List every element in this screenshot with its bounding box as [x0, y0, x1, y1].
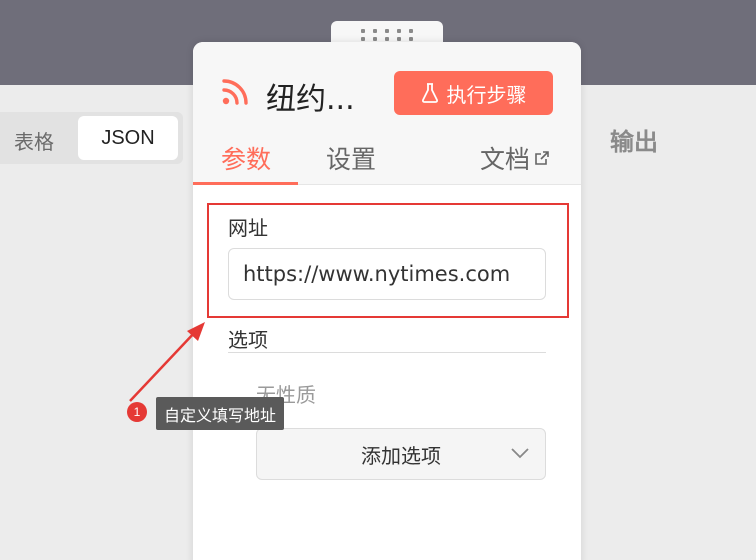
- tab-params[interactable]: 参数: [221, 140, 271, 176]
- drag-grip-icon: [361, 29, 413, 41]
- node-settings-panel: 纽约... 执行步骤 参数 设置 文档 网址 https://www.nytim…: [193, 42, 581, 560]
- toggle-table-tab[interactable]: 表格: [14, 126, 54, 155]
- flask-icon: [421, 83, 438, 103]
- rss-icon: [222, 79, 248, 105]
- options-label: 选项: [228, 328, 268, 352]
- execute-step-button[interactable]: 执行步骤: [394, 71, 553, 115]
- annotation-step-badge: 1: [127, 402, 147, 422]
- active-tab-indicator: [193, 182, 298, 185]
- node-title[interactable]: 纽约...: [266, 74, 355, 118]
- tab-docs-label: 文档: [480, 145, 531, 174]
- url-input[interactable]: https://www.nytimes.com: [228, 248, 546, 300]
- add-option-dropdown[interactable]: 添加选项: [256, 428, 546, 480]
- options-divider: [228, 352, 546, 353]
- tab-docs[interactable]: 文档: [480, 140, 550, 176]
- view-toggle: 表格 JSON: [0, 112, 183, 164]
- chevron-down-icon: [511, 448, 529, 459]
- annotation-label: 自定义填写地址: [156, 397, 285, 430]
- url-field-label: 网址: [228, 216, 268, 240]
- tab-settings[interactable]: 设置: [326, 140, 376, 176]
- output-panel-title: 输出: [610, 128, 658, 156]
- toggle-json-tab[interactable]: JSON: [78, 116, 178, 160]
- panel-header: 纽约... 执行步骤 参数 设置 文档: [193, 42, 581, 185]
- external-link-icon: [535, 151, 549, 165]
- add-option-label: 添加选项: [361, 443, 441, 468]
- execute-step-label: 执行步骤: [446, 84, 527, 107]
